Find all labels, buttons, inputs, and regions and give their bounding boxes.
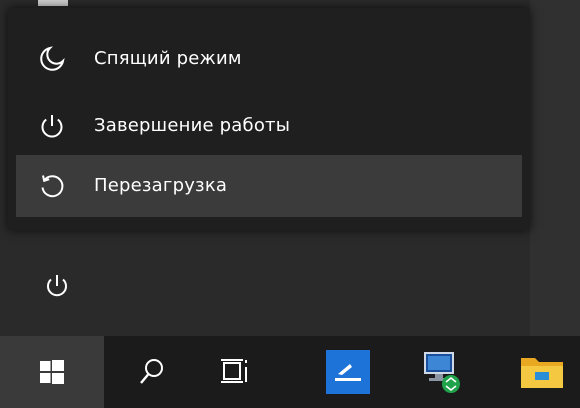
restart-icon [38, 172, 66, 200]
network-computer-icon [419, 349, 465, 395]
taskbar-app-blue[interactable] [322, 336, 374, 408]
taskbar [0, 336, 580, 408]
restart-label: Перезагрузка [94, 175, 228, 196]
start-button[interactable] [0, 336, 104, 408]
power-options-menu: Спящий режим Завершение работы Перезагру… [8, 8, 530, 230]
taskbar-app-network[interactable] [416, 336, 468, 408]
menu-top-fragment [38, 0, 68, 6]
sleep-label: Спящий режим [94, 48, 242, 69]
task-view-button[interactable] [210, 336, 262, 408]
file-explorer-folder-icon [519, 352, 565, 392]
taskbar-app-explorer[interactable] [516, 336, 568, 408]
menu-item-shutdown[interactable]: Завершение работы [8, 95, 530, 157]
blue-app-icon [326, 350, 370, 394]
sleep-moon-icon [38, 45, 66, 73]
search-icon [139, 358, 165, 386]
task-view-icon [221, 358, 251, 386]
start-menu-right-edge [530, 0, 580, 336]
power-icon [38, 112, 66, 140]
windows-start-icon [39, 359, 65, 385]
start-power-button[interactable] [40, 270, 74, 304]
menu-item-restart[interactable]: Перезагрузка [16, 155, 522, 217]
menu-item-sleep[interactable]: Спящий режим [8, 28, 530, 90]
shutdown-label: Завершение работы [94, 115, 291, 136]
search-button[interactable] [126, 336, 178, 408]
start-menu-area: Спящий режим Завершение работы Перезагру… [0, 0, 580, 336]
power-icon [40, 270, 74, 304]
